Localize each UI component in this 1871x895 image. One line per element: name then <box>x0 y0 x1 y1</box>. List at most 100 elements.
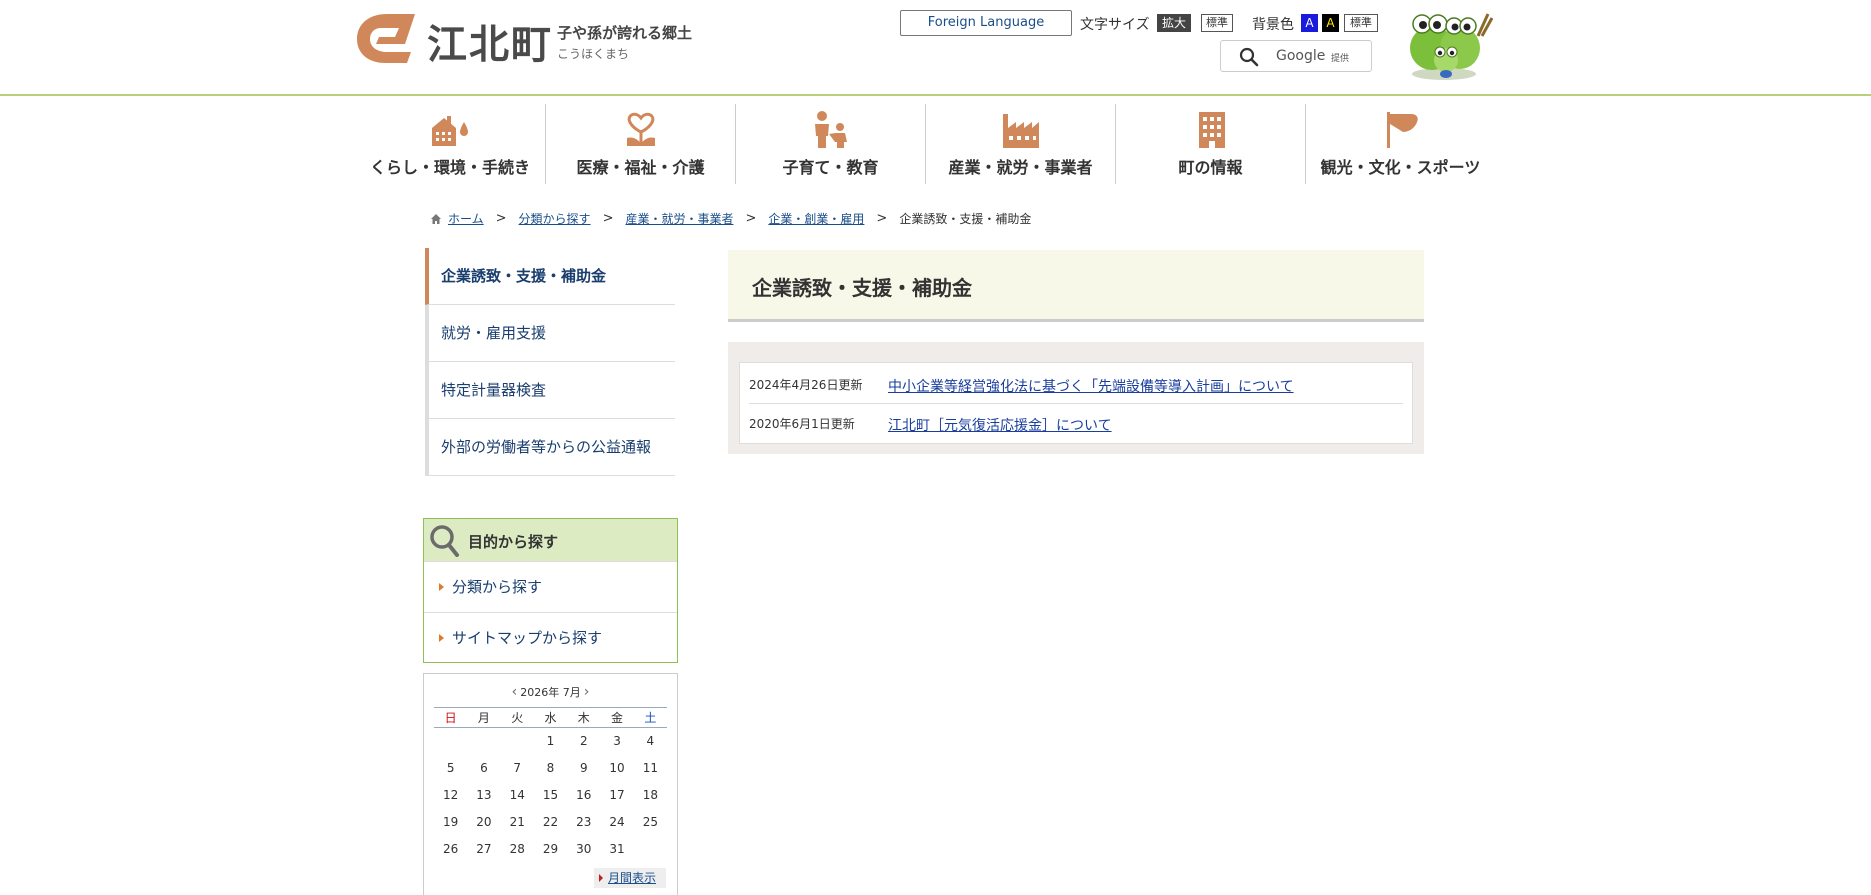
side-menu: 企業誘致・支援・補助金 就労・雇用支援 特定計量器検査 外部の労働者等からの公益… <box>425 248 675 476</box>
calendar-day: 17 <box>609 788 625 802</box>
breadcrumb-home-link[interactable]: ホーム <box>448 210 484 227</box>
bg-color-label: 背景色 <box>1252 17 1294 33</box>
weekday-header: 水 <box>533 707 568 728</box>
calendar-day: 30 <box>576 842 592 856</box>
weekday-header: 土 <box>633 707 667 728</box>
chevron-right-icon[interactable]: › <box>584 684 590 700</box>
town-logo[interactable] <box>355 12 419 64</box>
purpose-search-box: 目的から探す 分類から探す サイトマップから探す <box>423 518 678 663</box>
gnav-label: 町の情報 <box>1178 158 1243 177</box>
calendar-day <box>467 728 500 755</box>
breadcrumb-business-link[interactable]: 企業・創業・雇用 <box>768 210 864 227</box>
calendar-day: 11 <box>642 761 658 775</box>
home-icon <box>431 213 441 224</box>
font-size-large-button[interactable]: 拡大 <box>1157 14 1192 32</box>
page-title-box: 企業誘致・支援・補助金 <box>728 250 1424 322</box>
page-title: 企業誘致・支援・補助金 <box>752 276 972 300</box>
list-item: 2024年4月26日更新 中小企業等経営強化法に基づく「先端設備等導入計画」につ… <box>749 365 1403 403</box>
purpose-item-label: サイトマップから探す <box>452 629 603 647</box>
gnav-item-medical[interactable]: 医療・福祉・介護 <box>545 104 735 184</box>
calendar-day: 3 <box>613 734 621 749</box>
side-menu-item-whistleblowing[interactable]: 外部の労働者等からの公益通報 <box>425 419 675 476</box>
mascot-frog-image <box>1410 13 1494 80</box>
breadcrumb-separator: > <box>602 211 614 226</box>
breadcrumb-industry-link[interactable]: 産業・就労・事業者 <box>625 210 733 227</box>
calendar-day: 25 <box>642 815 658 829</box>
calendar-day: 28 <box>509 842 525 856</box>
calendar-day: 1 <box>546 734 555 749</box>
breadcrumb-separator: > <box>495 211 507 226</box>
gnav-item-industry[interactable]: 産業・就労・事業者 <box>925 104 1115 184</box>
global-nav: くらし・環境・手続き 医療・福祉・介護 子育て・教育 産業・就労・事業者 町の情… <box>355 104 1495 184</box>
calendar-day <box>434 728 467 755</box>
gnav-item-childcare[interactable]: 子育て・教育 <box>735 104 925 184</box>
gnav-item-tourism[interactable]: 観光・文化・スポーツ <box>1305 104 1495 184</box>
list-item-link[interactable]: 江北町［元気復活応援金］について <box>888 415 1112 435</box>
calendar-day: 21 <box>509 815 525 829</box>
purpose-search-title: 目的から探す <box>468 533 559 551</box>
weekday-header: 木 <box>567 707 601 728</box>
side-menu-item-measuring[interactable]: 特定計量器検査 <box>425 362 675 419</box>
calendar-day: 12 <box>443 788 459 802</box>
monthly-view-label: 月間表示 <box>608 871 657 885</box>
gnav-item-living[interactable]: くらし・環境・手続き <box>355 104 545 184</box>
purpose-item-category[interactable]: 分類から探す <box>424 561 677 612</box>
side-menu-item-employment[interactable]: 就労・雇用支援 <box>425 305 675 362</box>
breadcrumb: ホーム > 分類から探す > 産業・就労・事業者 > 企業・創業・雇用 > 企業… <box>430 210 1031 227</box>
purpose-item-sitemap[interactable]: サイトマップから探す <box>424 612 677 663</box>
update-list: 2024年4月26日更新 中小企業等経営強化法に基づく「先端設備等導入計画」につ… <box>739 362 1413 444</box>
arrow-right-icon <box>439 634 444 642</box>
search-provider-label: Google <box>1276 48 1326 64</box>
calendar-day: 7 <box>513 761 522 775</box>
list-item-link[interactable]: 中小企業等経営強化法に基づく「先端設備等導入計画」について <box>888 376 1294 396</box>
gnav-label: 医療・福祉・介護 <box>576 158 705 177</box>
font-size-label: 文字サイズ <box>1080 17 1150 33</box>
bg-blue-button[interactable]: A <box>1301 14 1318 32</box>
gnav-label: くらし・環境・手続き <box>369 158 530 177</box>
weekday-header: 火 <box>500 707 534 728</box>
breadcrumb-category-link[interactable]: 分類から探す <box>519 210 591 227</box>
flag-icon <box>1386 112 1418 148</box>
side-menu-item-attraction[interactable]: 企業誘致・支援・補助金 <box>425 248 675 305</box>
gnav-label: 子育て・教育 <box>782 158 879 177</box>
calendar-day: 6 <box>480 761 488 775</box>
search-provided-label: 提供 <box>1331 54 1350 64</box>
breadcrumb-separator: > <box>876 211 888 226</box>
update-list-container: 2024年4月26日更新 中小企業等経営強化法に基づく「先端設備等導入計画」につ… <box>728 342 1424 454</box>
calendar-day: 26 <box>443 842 459 856</box>
calendar-day: 19 <box>443 815 459 829</box>
calendar-day: 15 <box>542 788 559 802</box>
calendar-day: 8 <box>546 761 555 775</box>
purpose-item-label: 分類から探す <box>452 578 543 596</box>
calendar-day: 23 <box>576 815 592 829</box>
list-item: 2020年6月1日更新 江北町［元気復活応援金］について <box>749 403 1403 441</box>
calendar-day: 14 <box>509 788 525 802</box>
foreign-language-button[interactable]: Foreign Language <box>900 10 1072 36</box>
calendar-day <box>634 836 667 863</box>
calendar-day: 22 <box>542 815 559 829</box>
calendar-day: 18 <box>642 788 658 802</box>
bg-standard-button[interactable]: 標準 <box>1344 14 1378 32</box>
chevron-left-icon[interactable]: ‹ <box>512 684 518 700</box>
arrow-right-icon <box>599 874 603 882</box>
monthly-view-link[interactable]: 月間表示 <box>594 868 666 888</box>
event-calendar: ‹ 2026年 7月 › 日 月 火 水 木 金 土 1 2 3 4 5 6 7… <box>423 673 678 895</box>
purpose-search-header: 目的から探す <box>424 519 677 561</box>
site-name[interactable]: 江北町 <box>427 12 553 70</box>
search-icon <box>1239 47 1259 67</box>
weekday-header: 月 <box>467 707 501 728</box>
font-size-standard-button[interactable]: 標準 <box>1201 14 1233 32</box>
building-icon <box>1198 112 1225 148</box>
calendar-day: 24 <box>609 815 625 829</box>
site-name-reading: こうほくまち <box>557 47 630 61</box>
calendar-month-title: 2026年 7月 <box>520 686 581 699</box>
bg-black-button[interactable]: A <box>1322 14 1339 32</box>
calendar-day: 5 <box>446 761 455 775</box>
calendar-day: 20 <box>476 815 492 829</box>
gnav-label: 産業・就労・事業者 <box>948 158 1093 177</box>
calendar-day: 29 <box>542 842 559 856</box>
site-search-box[interactable]: Google 提供 <box>1220 40 1372 72</box>
weekday-header: 日 <box>434 707 468 728</box>
magnifier-icon <box>430 525 459 557</box>
gnav-item-town-info[interactable]: 町の情報 <box>1115 104 1305 184</box>
